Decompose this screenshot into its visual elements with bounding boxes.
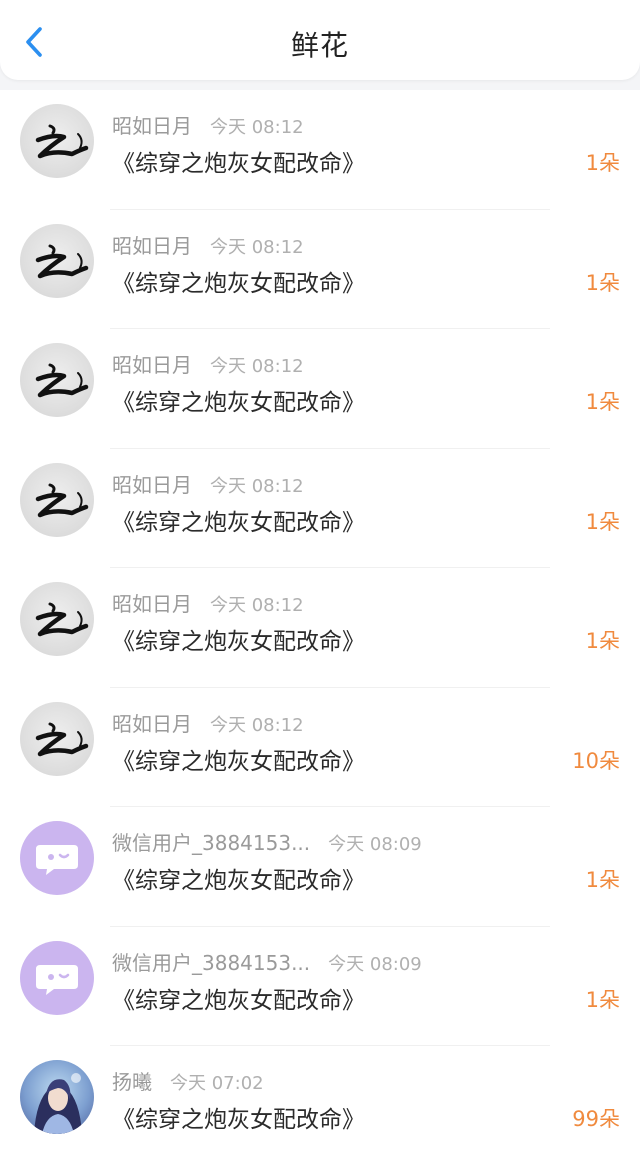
flower-count: 10朵 xyxy=(572,748,620,773)
book-title[interactable]: 《综穿之炮灰女配改命》 xyxy=(112,383,365,417)
book-title[interactable]: 《综穿之炮灰女配改命》 xyxy=(112,742,365,776)
timestamp: 今天 08:12 xyxy=(210,117,304,138)
book-title[interactable]: 《综穿之炮灰女配改命》 xyxy=(112,144,365,178)
ink-avatar-icon xyxy=(35,483,89,517)
sender-name: 昭如日月 xyxy=(112,472,192,497)
flower-count: 1朵 xyxy=(585,509,620,534)
flower-count: 1朵 xyxy=(585,390,620,414)
avatar[interactable] xyxy=(20,223,94,298)
timestamp: 今天 08:12 xyxy=(210,595,304,616)
timestamp: 今天 08:12 xyxy=(210,714,304,736)
avatar[interactable] xyxy=(20,1060,94,1134)
flower-list: 昭如日月 今天 08:12 《综穿之炮灰女配改命》 1朵 昭如日月 今天 08:… xyxy=(0,90,640,1150)
timestamp: 今天 08:09 xyxy=(328,953,422,975)
timestamp: 今天 08:12 xyxy=(210,236,304,258)
book-title[interactable]: 《综穿之炮灰女配改命》 xyxy=(112,264,365,298)
chat-bubble-avatar-icon xyxy=(36,964,78,995)
timestamp: 今天 08:09 xyxy=(328,834,422,855)
list-item[interactable]: 昭如日月 今天 08:12 《综穿之炮灰女配改命》 10朵 xyxy=(0,688,640,807)
timestamp: 今天 08:12 xyxy=(210,356,304,377)
list-item[interactable]: 昭如日月 今天 08:12 《综穿之炮灰女配改命》 1朵 xyxy=(0,329,640,449)
sender-name: 昭如日月 xyxy=(112,592,192,616)
ink-avatar-icon xyxy=(35,363,89,398)
page-title: 鲜花 xyxy=(290,29,349,62)
avatar[interactable] xyxy=(20,343,94,417)
book-title[interactable]: 《综穿之炮灰女配改命》 xyxy=(112,1100,365,1134)
list-item[interactable]: 昭如日月 今天 08:12 《综穿之炮灰女配改命》 1朵 xyxy=(0,568,640,688)
avatar[interactable] xyxy=(20,104,94,178)
flower-count: 99朵 xyxy=(572,1107,620,1131)
flower-count: 1朵 xyxy=(585,270,620,295)
book-title[interactable]: 《综穿之炮灰女配改命》 xyxy=(112,503,365,537)
sender-name: 昭如日月 xyxy=(112,353,192,377)
timestamp: 今天 07:02 xyxy=(170,1073,264,1094)
flower-count: 1朵 xyxy=(585,629,620,653)
ink-avatar-icon xyxy=(35,722,89,756)
sender-name: 昭如日月 xyxy=(112,233,192,258)
book-title[interactable]: 《综穿之炮灰女配改命》 xyxy=(112,981,365,1015)
list-item[interactable]: 昭如日月 今天 08:12 《综穿之炮灰女配改命》 1朵 xyxy=(0,210,640,329)
timestamp: 今天 08:12 xyxy=(210,475,304,497)
sender-name: 微信用户_3884153... xyxy=(112,831,311,855)
chat-bubble-avatar-icon xyxy=(36,845,78,875)
flower-count: 1朵 xyxy=(585,987,620,1012)
avatar[interactable] xyxy=(20,940,94,1015)
book-title[interactable]: 《综穿之炮灰女配改命》 xyxy=(112,622,365,656)
avatar[interactable] xyxy=(20,582,94,656)
book-title[interactable]: 《综穿之炮灰女配改命》 xyxy=(112,861,365,895)
sender-name: 昭如日月 xyxy=(112,711,192,736)
list-item[interactable]: 扬曦 今天 07:02 《综穿之炮灰女配改命》 99朵 xyxy=(0,1046,640,1150)
list-item[interactable]: 微信用户_3884153... 今天 08:09 《综穿之炮灰女配改命》 1朵 xyxy=(0,927,640,1046)
header-bar: 鲜花 xyxy=(0,0,640,80)
list-item[interactable]: 昭如日月 今天 08:12 《综穿之炮灰女配改命》 1朵 xyxy=(0,90,640,210)
avatar[interactable] xyxy=(20,821,94,895)
avatar[interactable] xyxy=(20,701,94,776)
sender-name: 微信用户_3884153... xyxy=(112,950,311,975)
list-item[interactable]: 微信用户_3884153... 今天 08:09 《综穿之炮灰女配改命》 1朵 xyxy=(0,807,640,927)
sender-name: 扬曦 xyxy=(112,1070,152,1094)
sender-name: 昭如日月 xyxy=(112,114,192,138)
flower-count: 1朵 xyxy=(585,868,620,892)
list-item[interactable]: 昭如日月 今天 08:12 《综穿之炮灰女配改命》 1朵 xyxy=(0,449,640,568)
ink-avatar-icon xyxy=(35,244,89,278)
ink-avatar-icon xyxy=(35,124,89,159)
ink-avatar-icon xyxy=(35,602,89,637)
portrait-avatar-icon xyxy=(34,1073,82,1134)
flower-count: 1朵 xyxy=(585,151,620,175)
avatar[interactable] xyxy=(20,462,94,537)
